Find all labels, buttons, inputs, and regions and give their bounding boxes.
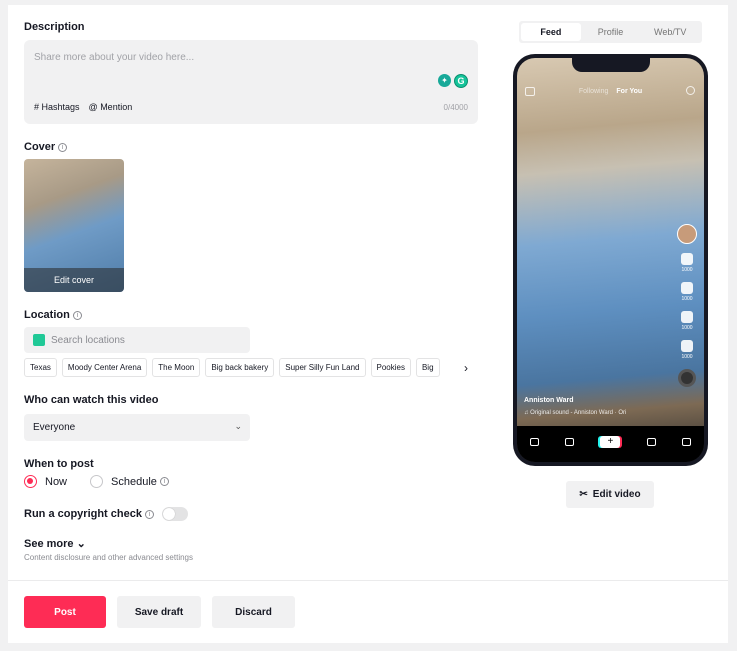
action-buttons: Post Save draft Discard xyxy=(24,596,295,628)
description-tools: # Hashtags @ Mention xyxy=(34,102,132,112)
writing-assistant-icons: ✦ G xyxy=(438,74,468,88)
info-icon[interactable]: i xyxy=(72,311,82,320)
avatar xyxy=(677,224,697,244)
location-chip[interactable]: Super Silly Fun Land xyxy=(279,358,366,377)
friends-icon xyxy=(565,437,575,447)
tab-feed[interactable]: Feed xyxy=(521,23,581,41)
hashtags-label: Hashtags xyxy=(41,102,80,112)
location-label: Location i xyxy=(24,309,82,321)
mention-button[interactable]: @ Mention xyxy=(89,102,133,112)
create-icon: + xyxy=(600,436,621,448)
location-chip[interactable]: Big xyxy=(415,358,440,377)
post-button[interactable]: Post xyxy=(24,596,106,628)
following-label: Following xyxy=(578,88,609,95)
see-more-button[interactable]: See more ⌄ xyxy=(24,537,86,550)
share-icon xyxy=(681,340,693,352)
bookmark-icon xyxy=(681,311,693,323)
save-draft-button[interactable]: Save draft xyxy=(117,596,201,628)
post-timing-options: Now Schedule i xyxy=(24,475,169,488)
when-to-post-label: When to post xyxy=(24,458,94,470)
location-chip[interactable]: The Moon xyxy=(152,358,201,377)
location-chip[interactable]: Big back bakery xyxy=(205,358,275,377)
cover-label-text: Cover xyxy=(24,141,56,153)
copyright-toggle[interactable] xyxy=(161,507,188,521)
radio-now-label[interactable]: Now xyxy=(45,476,67,488)
preview-tabs: Feed Profile Web/TV xyxy=(519,21,702,43)
like-count: 1000 xyxy=(681,267,693,273)
location-placeholder: Search locations xyxy=(51,335,125,346)
sound-label: Original sound - Anniston Ward xyxy=(530,410,613,416)
phone-preview: Following For You 1000 1000 1000 1000 Ann… xyxy=(513,54,708,466)
action-rail: 1000 1000 1000 1000 xyxy=(676,224,698,387)
divider xyxy=(8,580,728,581)
tab-web-tv[interactable]: Web/TV xyxy=(640,23,700,41)
mention-label: Mention xyxy=(100,102,133,112)
heart-icon xyxy=(681,253,693,265)
copyright-check-row: Run a copyright check i xyxy=(24,507,188,521)
assistant-bulb-icon[interactable]: ✦ xyxy=(438,74,451,87)
edit-video-label: Edit video xyxy=(592,489,641,500)
search-icon xyxy=(686,86,695,95)
info-icon[interactable]: i xyxy=(144,509,154,519)
home-icon xyxy=(530,437,540,447)
video-preview[interactable]: Following For You 1000 1000 1000 1000 Ann… xyxy=(517,58,704,462)
comment-count: 1000 xyxy=(681,296,693,302)
radio-schedule-label[interactable]: Schedule xyxy=(111,476,157,488)
tab-profile[interactable]: Profile xyxy=(581,23,641,41)
comment-icon xyxy=(681,282,693,294)
grammarly-icon[interactable]: G xyxy=(454,74,468,88)
cover-label: Cover i xyxy=(24,141,68,153)
privacy-label: Who can watch this video xyxy=(24,394,159,406)
inbox-icon xyxy=(646,437,656,447)
edit-video-button[interactable]: ✂ Edit video xyxy=(566,481,654,508)
description-label: Description xyxy=(24,21,85,33)
preview-bottom-nav: + xyxy=(517,426,704,462)
sound-label-extra: Ori xyxy=(618,410,627,416)
privacy-select[interactable]: Everyone ⌄ xyxy=(24,414,250,441)
preview-username: Anniston Ward xyxy=(524,397,574,404)
location-chip[interactable]: Moody Center Arena xyxy=(61,358,148,377)
location-pin-icon xyxy=(33,334,45,346)
location-chip[interactable]: Pookies xyxy=(370,358,411,377)
chevron-down-icon: ⌄ xyxy=(76,538,86,550)
sound-disc-icon xyxy=(678,369,696,387)
for-you-label: For You xyxy=(616,88,643,95)
upload-card: Description Share more about your video … xyxy=(8,5,728,643)
copyright-label: Run a copyright check xyxy=(24,508,142,520)
preview-sound: ♫ Original sound - Anniston Ward · Ori xyxy=(524,410,627,416)
description-input[interactable]: Share more about your video here... ✦ G … xyxy=(24,40,478,124)
location-suggestions: Texas Moody Center Arena The Moon Big ba… xyxy=(24,358,476,378)
feed-switcher: Following For You xyxy=(517,88,704,95)
description-placeholder: Share more about your video here... xyxy=(34,52,195,63)
see-more-label: See more xyxy=(24,538,74,550)
radio-schedule[interactable] xyxy=(90,475,104,488)
hashtags-button[interactable]: # Hashtags xyxy=(34,102,80,112)
info-icon[interactable]: i xyxy=(58,143,68,152)
chevron-right-icon[interactable]: › xyxy=(464,361,468,375)
cover-thumbnail[interactable]: Edit cover xyxy=(24,159,124,292)
edit-cover-button[interactable]: Edit cover xyxy=(24,268,124,292)
scissors-icon: ✂ xyxy=(579,489,588,500)
advanced-settings-hint: Content disclosure and other advanced se… xyxy=(24,553,193,562)
chevron-down-icon: ⌄ xyxy=(234,421,242,431)
location-label-text: Location xyxy=(24,309,70,321)
location-search-input[interactable]: Search locations xyxy=(24,327,250,353)
location-chip[interactable]: Texas xyxy=(24,358,57,377)
discard-button[interactable]: Discard xyxy=(212,596,295,628)
character-count: 0/4000 xyxy=(443,103,468,112)
profile-icon xyxy=(681,437,691,447)
phone-notch xyxy=(572,58,650,72)
bookmark-count: 1000 xyxy=(681,325,693,331)
radio-now[interactable] xyxy=(24,475,37,488)
info-icon[interactable]: i xyxy=(159,477,169,486)
share-count: 1000 xyxy=(681,354,693,360)
privacy-value: Everyone xyxy=(33,422,76,433)
